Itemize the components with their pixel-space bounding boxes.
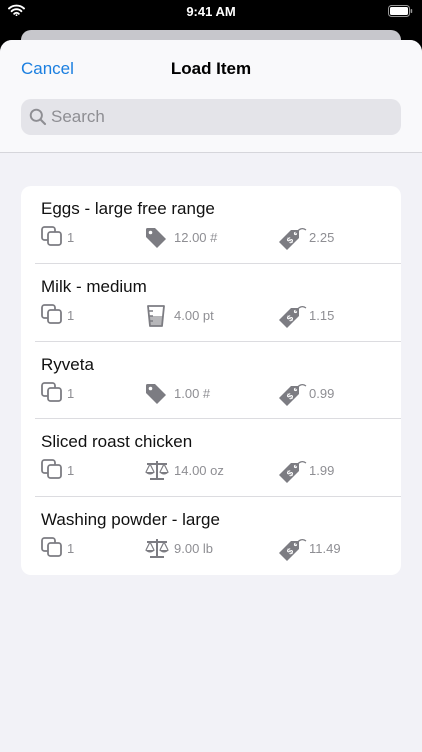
price-tag-icon [277, 382, 307, 408]
list-item[interactable]: Milk - medium 1 4.00 pt 1.15 [21, 264, 401, 342]
scale-icon [144, 537, 170, 559]
status-time: 9:41 AM [186, 4, 236, 19]
price-tag-icon [277, 537, 307, 563]
price-value: 11.49 [309, 541, 341, 557]
list-item[interactable]: Washing powder - large 1 9.00 lb 11.49 [21, 497, 401, 575]
quantity-value: 1 [67, 541, 75, 557]
navigation-bar: Cancel Load Item [0, 40, 422, 153]
item-name: Milk - medium [41, 276, 147, 296]
size-value: 1.00 # [174, 385, 211, 401]
price-tag-icon [277, 226, 307, 252]
status-bar: 9:41 AM [0, 0, 422, 24]
item-name: Washing powder - large [41, 510, 220, 530]
price-value: 0.99 [309, 385, 335, 401]
quantity-value: 1 [67, 385, 75, 401]
scale-icon [144, 459, 170, 481]
item-name: Ryveta [41, 354, 94, 374]
copy-icon [41, 459, 63, 479]
price-value: 2.25 [309, 230, 335, 245]
price-value: 1.15 [309, 307, 335, 323]
copy-icon [41, 537, 63, 557]
size-value: 9.00 lb [174, 541, 214, 557]
price-tag-icon [277, 459, 307, 485]
search-icon [29, 108, 47, 131]
tag-icon [144, 226, 168, 250]
quantity-value: 1 [67, 230, 75, 245]
price-value: 1.99 [309, 463, 335, 479]
item-list: Eggs - large free range 1 12.00 # 2.25 M… [21, 186, 401, 575]
copy-icon [41, 304, 63, 324]
search-input[interactable] [51, 99, 391, 135]
copy-icon [41, 382, 63, 402]
list-item[interactable]: Sliced roast chicken 1 14.00 oz 1.99 [21, 419, 401, 498]
item-name: Eggs - large free range [41, 199, 215, 218]
tag-icon [144, 382, 168, 406]
size-value: 4.00 pt [174, 307, 214, 323]
copy-icon [41, 226, 63, 246]
quantity-value: 1 [67, 307, 75, 323]
page-title: Load Item [170, 59, 252, 78]
price-tag-icon [277, 304, 307, 330]
size-value: 12.00 # [174, 230, 218, 245]
item-name: Sliced roast chicken [41, 432, 193, 452]
list-item[interactable]: Eggs - large free range 1 12.00 # 2.25 [21, 186, 401, 264]
quantity-value: 1 [67, 463, 75, 479]
list-item[interactable]: Ryveta 1 1.00 # 0.99 [21, 342, 401, 420]
battery-icon [388, 5, 413, 20]
search-bar[interactable] [21, 99, 401, 135]
size-value: 14.00 oz [174, 463, 224, 479]
measuring-cup-icon [144, 304, 168, 328]
load-item-sheet: Cancel Load Item Eggs - large free range… [0, 40, 422, 752]
